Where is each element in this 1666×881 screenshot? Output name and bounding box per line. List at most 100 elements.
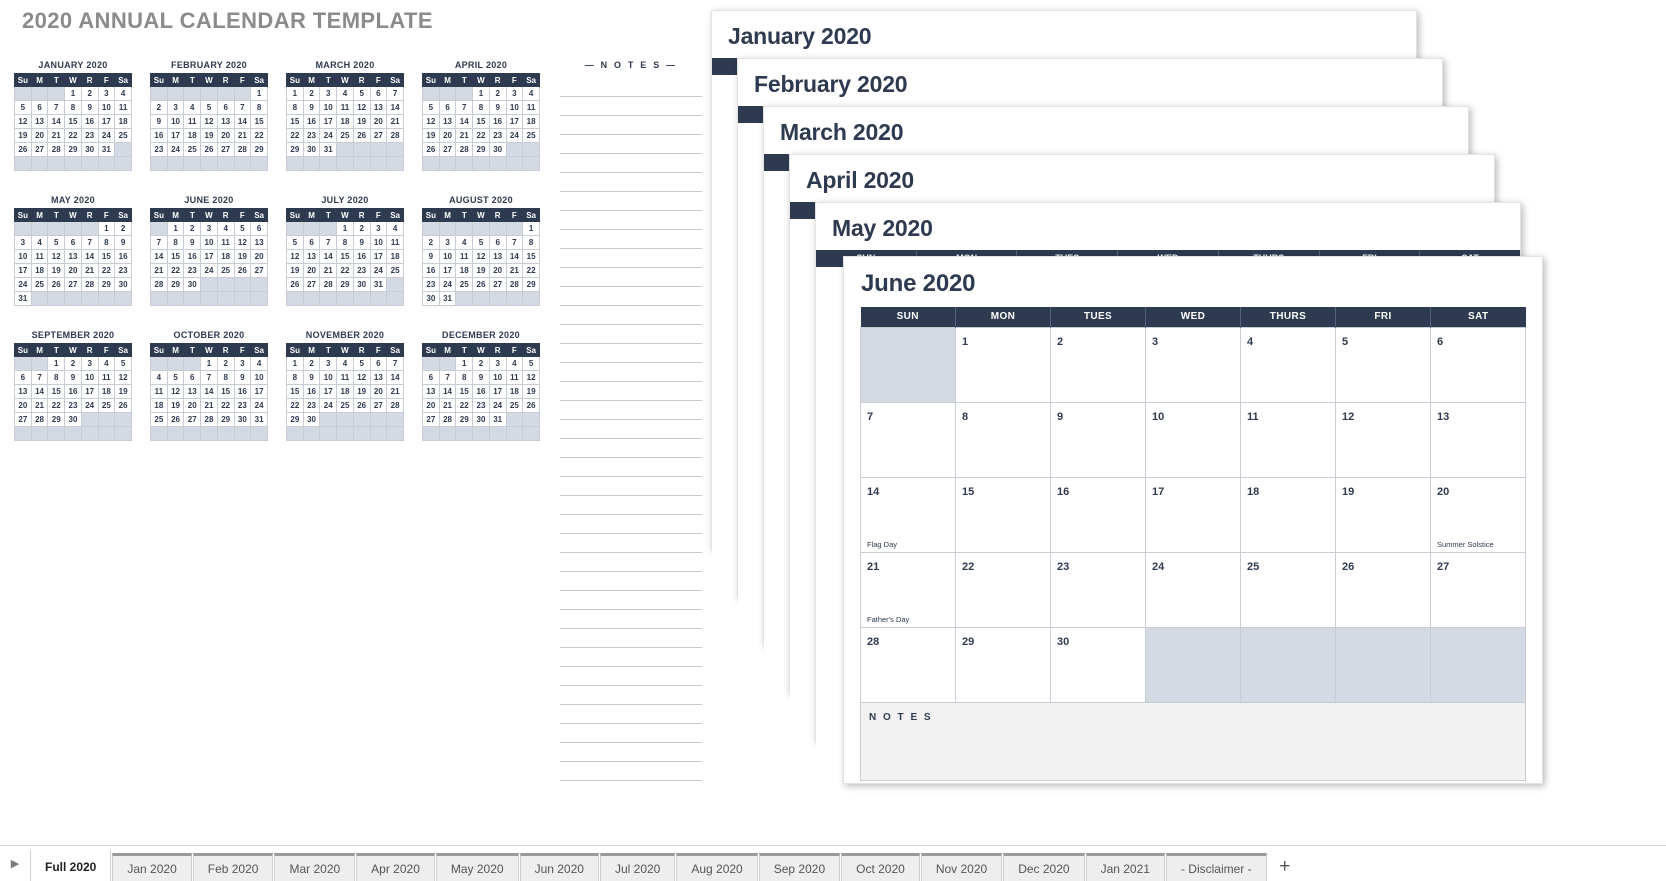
mini-day-cell[interactable]: 5 — [286, 235, 304, 250]
mini-day-cell[interactable]: 8 — [47, 370, 66, 385]
mini-day-cell[interactable] — [286, 291, 304, 306]
mini-day-cell[interactable]: 15 — [250, 114, 268, 129]
mini-day-cell[interactable]: 8 — [286, 100, 304, 115]
mini-calendar-table[interactable]: Su M T W R F Sa 1 2 3 4 5 6 7 8 9 10 11 12 13 14 15 16 17 18 19 20… — [150, 208, 268, 306]
mini-day-cell[interactable]: 16 — [488, 114, 507, 129]
mini-day-cell[interactable]: 18 — [336, 384, 354, 399]
mini-day-cell[interactable]: 2 — [472, 356, 490, 371]
mini-day-cell[interactable]: 2 — [80, 86, 99, 101]
mini-day-cell[interactable]: 2 — [352, 221, 371, 236]
mini-calendar[interactable]: MAY 2020 Su M T W R F Sa 1 2 3 4 5 6 7 8 9 10 11 12 13 14 15 16… — [14, 195, 132, 306]
mini-calendar[interactable]: NOVEMBER 2020 Su M T W R F Sa 1 2 3 4 5 6 7 8 9 10 11 12 13 1… — [286, 330, 404, 441]
mini-day-cell[interactable] — [505, 221, 524, 236]
day-cell[interactable] — [860, 326, 956, 403]
mini-day-cell[interactable]: 22 — [64, 128, 82, 143]
mini-day-cell[interactable]: 6 — [422, 370, 440, 385]
mini-day-cell[interactable] — [150, 221, 168, 236]
mini-day-cell[interactable]: 28 — [386, 398, 404, 413]
mini-day-cell[interactable] — [438, 356, 457, 371]
mini-day-cell[interactable]: 22 — [47, 398, 66, 413]
mini-day-cell[interactable]: 9 — [302, 370, 321, 385]
notes-ruled-lines[interactable] — [560, 78, 702, 781]
mini-day-cell[interactable]: 15 — [64, 114, 82, 129]
mini-day-cell[interactable]: 3 — [319, 86, 338, 101]
mini-day-cell[interactable]: 1 — [286, 86, 304, 101]
mini-day-cell[interactable]: 10 — [438, 249, 457, 264]
mini-day-cell[interactable]: 18 — [386, 249, 404, 264]
day-cell[interactable] — [1240, 626, 1336, 703]
mini-day-cell[interactable]: 3 — [233, 356, 252, 371]
mini-day-cell[interactable]: 15 — [216, 384, 235, 399]
mini-day-cell[interactable]: 20 — [30, 128, 49, 143]
mini-day-cell[interactable]: 16 — [150, 128, 168, 143]
mini-day-cell[interactable]: 11 — [455, 249, 474, 264]
mini-day-cell[interactable]: 16 — [302, 114, 321, 129]
mini-day-cell[interactable]: 4 — [505, 356, 524, 371]
mini-day-cell[interactable]: 8 — [455, 370, 474, 385]
mini-day-cell[interactable]: 12 — [166, 384, 185, 399]
mini-day-cell[interactable]: 7 — [30, 370, 49, 385]
mini-day-cell[interactable]: 13 — [488, 249, 507, 264]
mini-day-cell[interactable] — [183, 291, 202, 306]
mini-day-cell[interactable]: 16 — [183, 249, 202, 264]
mini-day-cell[interactable] — [319, 221, 338, 236]
mini-day-cell[interactable]: 17 — [200, 249, 218, 264]
sheet-tab-mar-2020[interactable]: Mar 2020 — [274, 853, 356, 881]
mini-day-cell[interactable] — [286, 426, 304, 441]
mini-day-cell[interactable] — [438, 156, 457, 171]
mini-day-cell[interactable]: 10 — [369, 235, 388, 250]
mini-day-cell[interactable]: 6 — [183, 370, 202, 385]
mini-day-cell[interactable]: 20 — [488, 263, 507, 278]
mini-day-cell[interactable] — [319, 291, 338, 306]
mini-day-cell[interactable]: 8 — [472, 100, 490, 115]
mini-day-cell[interactable] — [183, 86, 202, 101]
mini-day-cell[interactable]: 12 — [233, 235, 252, 250]
day-cell[interactable]: 21 Father's Day — [860, 551, 956, 628]
mini-day-cell[interactable]: 13 — [369, 370, 388, 385]
mini-day-cell[interactable] — [422, 221, 440, 236]
mini-day-cell[interactable]: 11 — [97, 370, 116, 385]
mini-day-cell[interactable] — [455, 291, 474, 306]
mini-day-cell[interactable]: 12 — [47, 249, 66, 264]
mini-day-cell[interactable]: 3 — [505, 86, 524, 101]
mini-calendar[interactable]: JANUARY 2020 Su M T W R F Sa 1 2 3 4 5 6 7 8 9 10 11 12 13 14… — [14, 60, 132, 171]
mini-day-cell[interactable] — [250, 291, 268, 306]
mini-day-cell[interactable]: 23 — [150, 142, 168, 157]
play-right-icon[interactable]: ▶ — [0, 845, 30, 881]
mini-day-cell[interactable]: 18 — [505, 384, 524, 399]
mini-day-cell[interactable]: 27 — [250, 263, 268, 278]
mini-day-cell[interactable]: 26 — [47, 277, 66, 292]
mini-day-cell[interactable]: 25 — [30, 277, 49, 292]
mini-calendar-table[interactable]: Su M T W R F Sa 1 2 3 4 5 6 7 8 9 10 11 12 13 14 15 16 17 18 19 20… — [14, 208, 132, 306]
mini-day-cell[interactable]: 21 — [505, 263, 524, 278]
mini-day-cell[interactable]: 1 — [64, 86, 82, 101]
mini-day-cell[interactable]: 24 — [14, 277, 32, 292]
mini-day-cell[interactable]: 3 — [97, 86, 116, 101]
day-cell[interactable]: 20 Summer Solstice — [1430, 476, 1526, 553]
mini-day-cell[interactable] — [30, 221, 49, 236]
mini-day-cell[interactable]: 30 — [302, 142, 321, 157]
mini-day-cell[interactable]: 2 — [64, 356, 82, 371]
mini-day-cell[interactable]: 7 — [47, 100, 66, 115]
notes-line[interactable] — [560, 382, 702, 401]
mini-day-cell[interactable]: 12 — [200, 114, 218, 129]
mini-day-cell[interactable]: 7 — [386, 356, 404, 371]
mini-day-cell[interactable]: 14 — [505, 249, 524, 264]
mini-day-cell[interactable] — [369, 142, 388, 157]
mini-day-cell[interactable]: 25 — [505, 398, 524, 413]
mini-day-cell[interactable]: 3 — [80, 356, 99, 371]
notes-line[interactable] — [560, 363, 702, 382]
mini-day-cell[interactable] — [250, 156, 268, 171]
mini-day-cell[interactable]: 5 — [166, 370, 185, 385]
sheet-tab-sep-2020[interactable]: Sep 2020 — [758, 853, 841, 881]
mini-day-cell[interactable]: 29 — [250, 142, 268, 157]
mini-day-cell[interactable] — [369, 156, 388, 171]
day-cell[interactable]: 3 — [1145, 326, 1241, 403]
mini-day-cell[interactable] — [150, 291, 168, 306]
mini-day-cell[interactable] — [488, 221, 507, 236]
mini-calendar[interactable]: MARCH 2020 Su M T W R F Sa 1 2 3 4 5 6 7 8 9 10 11 12 13 14 15… — [286, 60, 404, 171]
mini-day-cell[interactable]: 29 — [216, 412, 235, 427]
mini-day-cell[interactable] — [352, 412, 371, 427]
mini-day-cell[interactable]: 15 — [286, 114, 304, 129]
mini-day-cell[interactable]: 15 — [522, 249, 540, 264]
